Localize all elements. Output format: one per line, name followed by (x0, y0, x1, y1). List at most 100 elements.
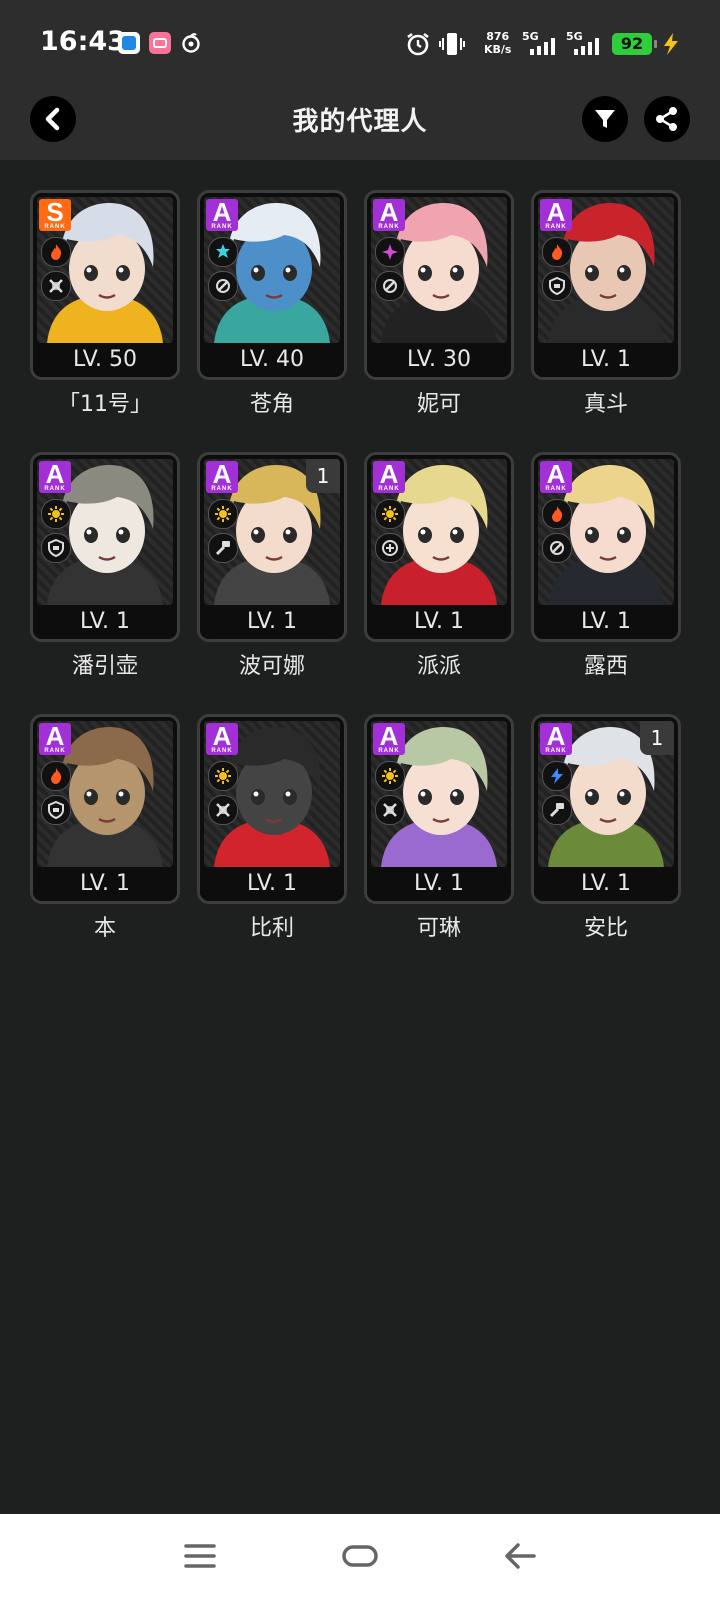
back-icon (505, 1543, 536, 1569)
agent-card[interactable]: A RANK LV. 1 (30, 714, 180, 904)
agent-name: 安比 (583, 916, 628, 941)
agent-level: LV. 30 (367, 343, 511, 377)
agent-level: LV. 1 (534, 343, 678, 377)
agent-name: 比利 (249, 916, 294, 941)
system-nav-bar (0, 1514, 720, 1600)
physical-attribute-icon (375, 499, 405, 529)
support-specialty-icon (542, 533, 572, 563)
defense-specialty-icon (41, 795, 71, 825)
rank-badge: A RANK (540, 199, 572, 231)
stun-specialty-icon (208, 533, 238, 563)
agent-card[interactable]: A RANK LV. 30 (364, 190, 514, 380)
agent-name: 露西 (583, 654, 628, 679)
physical-attribute-icon (41, 499, 71, 529)
agent-item[interactable]: A RANK LV. 30 妮可 (364, 190, 514, 420)
filter-button[interactable] (582, 96, 628, 142)
agent-card[interactable]: A RANK LV. 1 (30, 452, 180, 642)
menu-button[interactable] (180, 1538, 220, 1574)
signal-strength-1: 5G (522, 30, 562, 56)
rank-badge: A RANK (206, 199, 238, 231)
fire-attribute-icon (542, 237, 572, 267)
attack-specialty-icon (208, 795, 238, 825)
share-icon (656, 107, 677, 131)
agent-name: 派派 (416, 654, 461, 679)
rank-badge: A RANK (373, 461, 405, 493)
agent-name: 苍角 (249, 392, 294, 417)
ice-attribute-icon (208, 237, 238, 267)
agent-item[interactable]: A RANK LV. 40 苍角 (197, 190, 347, 420)
app-header: 我的代理人 (0, 88, 720, 160)
defense-specialty-icon (542, 271, 572, 301)
status-bar: 16:43 876 KB/s 5G 5G 92 (0, 0, 720, 88)
mindscape-count: 1 (306, 459, 340, 493)
signal-strength-2: 5G (566, 30, 606, 56)
fire-attribute-icon (41, 237, 71, 267)
rank-badge: A RANK (206, 461, 238, 493)
home-icon (342, 1545, 378, 1567)
agent-name: 可琳 (416, 916, 461, 941)
rank-badge: A RANK (373, 723, 405, 755)
agent-level: LV. 1 (367, 605, 511, 639)
stun-specialty-icon (542, 795, 572, 825)
ether-attribute-icon (375, 237, 405, 267)
agent-name: 妮可 (416, 392, 461, 417)
agent-card[interactable]: A RANK LV. 40 (197, 190, 347, 380)
home-button[interactable] (340, 1538, 380, 1574)
agent-name: 潘引壶 (71, 654, 138, 679)
agent-item[interactable]: A RANK LV. 1 真斗 (531, 190, 681, 420)
agent-item[interactable]: A RANK LV. 1 露西 (531, 452, 681, 682)
mindscape-count: 1 (640, 721, 674, 755)
anomaly-specialty-icon (375, 533, 405, 563)
agent-card[interactable]: A RANK LV. 1 (364, 714, 514, 904)
agent-grid: S RANK LV. 50 「11号」 A RANK LV. 40 苍角 A R… (30, 190, 690, 944)
agent-card[interactable]: A RANK LV. 1 (531, 452, 681, 642)
agent-name: 本 (93, 916, 116, 941)
agent-level: LV. 1 (33, 867, 177, 901)
agent-card[interactable]: A RANK 1 LV. 1 (531, 714, 681, 904)
back-nav-button[interactable] (500, 1538, 540, 1574)
agent-level: LV. 1 (534, 605, 678, 639)
agent-card[interactable]: A RANK LV. 1 (531, 190, 681, 380)
agent-item[interactable]: A RANK LV. 1 派派 (364, 452, 514, 682)
rank-badge: A RANK (540, 723, 572, 755)
agent-card[interactable]: S RANK LV. 50 (30, 190, 180, 380)
agent-level: LV. 1 (367, 867, 511, 901)
rank-badge: A RANK (373, 199, 405, 231)
agent-level: LV. 1 (534, 867, 678, 901)
rank-badge: A RANK (39, 461, 71, 493)
rank-badge: A RANK (39, 723, 71, 755)
agent-item[interactable]: A RANK LV. 1 可琳 (364, 714, 514, 944)
menu-icon (184, 1544, 216, 1568)
bilibili-icon (149, 32, 171, 54)
defense-specialty-icon (41, 533, 71, 563)
agent-item[interactable]: A RANK LV. 1 比利 (197, 714, 347, 944)
status-time: 16:43 (40, 26, 126, 57)
rank-badge: A RANK (540, 461, 572, 493)
agent-level: LV. 1 (200, 605, 344, 639)
charging-bolt-icon (660, 32, 682, 60)
rank-badge: A RANK (206, 723, 238, 755)
physical-attribute-icon (208, 499, 238, 529)
agent-item[interactable]: A RANK 1 LV. 1 安比 (531, 714, 681, 944)
agent-card[interactable]: A RANK 1 LV. 1 (197, 452, 347, 642)
physical-attribute-icon (208, 761, 238, 791)
filter-funnel-icon (595, 110, 615, 128)
agent-item[interactable]: A RANK 1 LV. 1 波可娜 (197, 452, 347, 682)
fire-attribute-icon (542, 499, 572, 529)
agent-item[interactable]: A RANK LV. 1 本 (30, 714, 180, 944)
agent-name: 「11号」 (58, 392, 152, 417)
agent-card[interactable]: A RANK LV. 1 (197, 714, 347, 904)
agent-level: LV. 1 (33, 605, 177, 639)
share-button[interactable] (644, 96, 690, 142)
app-icon-blue (118, 32, 140, 54)
agent-item[interactable]: S RANK LV. 50 「11号」 (30, 190, 180, 420)
fire-attribute-icon (41, 761, 71, 791)
agent-level: LV. 50 (33, 343, 177, 377)
physical-attribute-icon (375, 761, 405, 791)
agent-item[interactable]: A RANK LV. 1 潘引壶 (30, 452, 180, 682)
attack-specialty-icon (41, 271, 71, 301)
network-speed: 876 KB/s (484, 30, 512, 56)
agent-name: 真斗 (583, 392, 628, 417)
support-specialty-icon (375, 271, 405, 301)
agent-card[interactable]: A RANK LV. 1 (364, 452, 514, 642)
